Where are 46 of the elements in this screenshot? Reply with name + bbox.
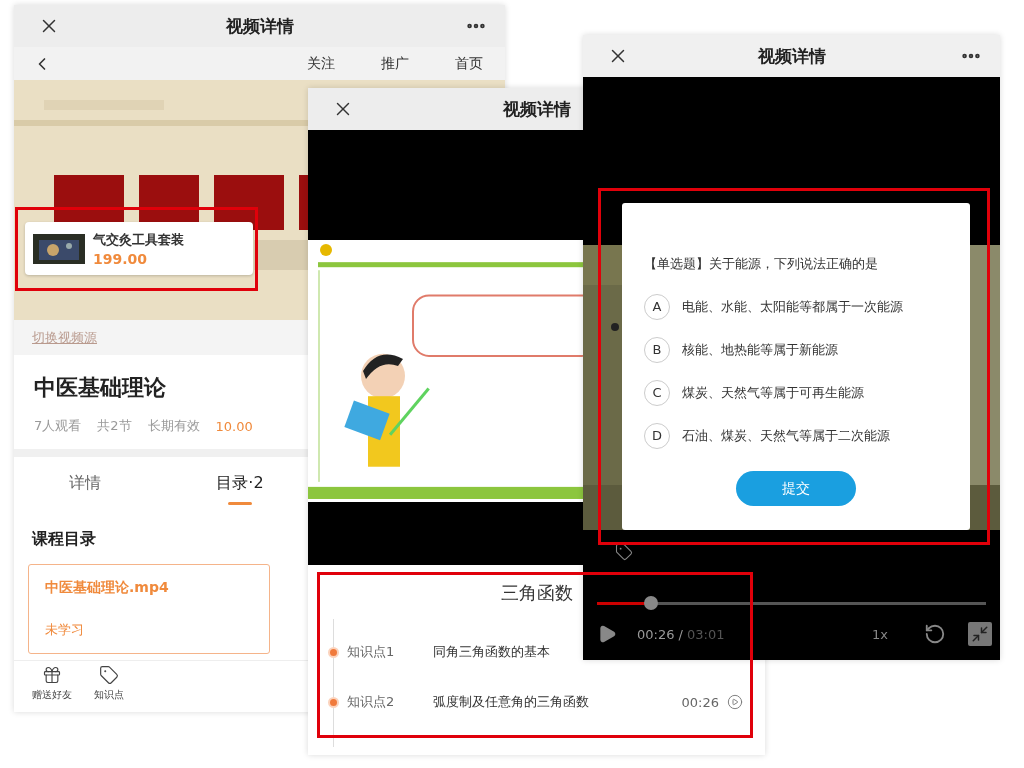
timeline-dot xyxy=(328,646,339,658)
nav-link[interactable]: 推广 xyxy=(381,54,409,73)
gift-icon xyxy=(42,665,62,685)
option-text: 核能、地热能等属于新能源 xyxy=(682,340,838,359)
footer-button[interactable]: 知识点 xyxy=(94,665,124,712)
answer-option[interactable]: D 石油、煤炭、天然气等属于二次能源 xyxy=(644,414,970,457)
tab[interactable]: 目录·2 xyxy=(175,467,305,517)
nav-link[interactable]: 关注 xyxy=(307,54,335,73)
option-text: 石油、煤炭、天然气等属于二次能源 xyxy=(682,426,890,445)
question-text: 【单选题】关于能源，下列说法正确的是 xyxy=(644,255,879,273)
play-icon[interactable] xyxy=(727,694,743,710)
point-label: 知识点1 xyxy=(347,643,396,661)
lesson-status: 未学习 xyxy=(45,621,85,639)
point-time: 00:26 xyxy=(681,694,719,710)
answer-option[interactable]: A 电能、水能、太阳能等都属于一次能源 xyxy=(644,285,970,328)
window-title: 视频详情 xyxy=(757,44,826,68)
course-meta: 长期有效 xyxy=(147,417,200,435)
elapsed-time: 00:26 / xyxy=(637,626,683,642)
duration-time: 03:01 xyxy=(687,626,726,642)
course-meta: 7人观看 xyxy=(34,417,82,435)
section-title: 课程目录 xyxy=(30,528,97,550)
option-text: 电能、水能、太阳能等都属于一次能源 xyxy=(682,297,903,316)
course-price: 10.00 xyxy=(215,418,253,434)
speed-control[interactable]: 1x xyxy=(872,626,888,642)
option-text: 煤炭、天然气等属于可再生能源 xyxy=(682,383,864,402)
answer-option[interactable]: C 煤炭、天然气等属于可再生能源 xyxy=(644,371,970,414)
progress-thumb[interactable] xyxy=(644,596,659,610)
point-title[interactable]: 弧度制及任意角的三角函数 xyxy=(433,694,589,709)
point-title[interactable]: 同角三角函数的基本 xyxy=(433,644,550,659)
play-icon[interactable] xyxy=(597,624,617,644)
tab[interactable]: 详情 xyxy=(20,467,150,517)
window-title: 视频详情 xyxy=(502,97,571,121)
panel-title: 三角函数 xyxy=(500,581,573,605)
lesson-title: 中医基础理论.mp4 xyxy=(45,579,170,597)
rotate-icon[interactable] xyxy=(924,623,946,645)
answer-option[interactable]: B 核能、地热能等属于新能源 xyxy=(644,328,970,371)
exit-fullscreen-icon[interactable] xyxy=(968,622,992,646)
footer-button[interactable]: 赠送好友 xyxy=(32,665,72,712)
window-title: 视频详情 xyxy=(225,14,294,38)
tag-icon xyxy=(99,665,119,685)
tag-icon[interactable] xyxy=(615,543,633,561)
timeline-dot xyxy=(328,696,339,708)
course-meta: 共2节 xyxy=(97,417,132,435)
nav-link[interactable]: 首页 xyxy=(455,54,483,73)
point-label: 知识点2 xyxy=(347,693,396,711)
course-title: 中医基础理论 xyxy=(34,374,167,402)
